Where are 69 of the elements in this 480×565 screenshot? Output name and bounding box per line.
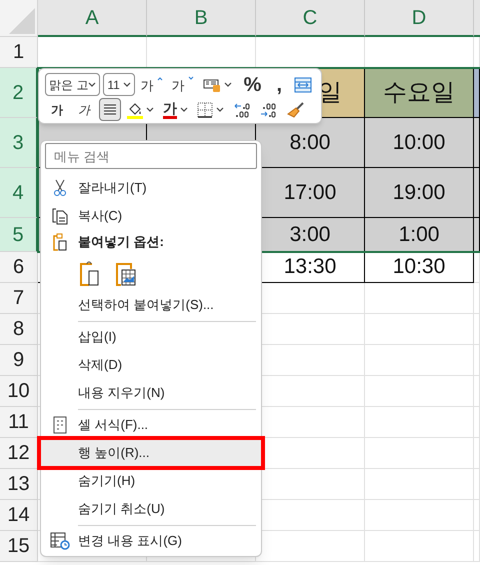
clipboard-icon <box>52 233 66 251</box>
copy-icon <box>52 207 68 225</box>
cell-text: 8:00 <box>290 130 330 156</box>
italic-button[interactable]: 가 <box>72 98 96 121</box>
menu-item[interactable]: 삭제(D) <box>41 351 261 379</box>
font-size-field[interactable]: 11 <box>103 73 135 96</box>
menu-item[interactable]: 숨기기(H) <box>41 467 261 495</box>
row-header[interactable]: 2 <box>0 68 38 118</box>
align-button[interactable] <box>99 98 121 121</box>
increase-decimal-icon <box>233 102 251 118</box>
wrap-icon <box>294 76 312 92</box>
row-header[interactable]: 7 <box>0 283 38 314</box>
row-header[interactable]: 13 <box>0 469 38 500</box>
row-header[interactable]: 10 <box>0 376 38 407</box>
column-header[interactable]: B <box>147 0 256 37</box>
format-button[interactable]: , <box>270 73 288 96</box>
paintbrush-icon <box>287 102 305 118</box>
decrease-decimal-icon <box>260 102 278 118</box>
format-button[interactable]: % <box>238 73 268 96</box>
row-header[interactable]: 11 <box>0 407 38 438</box>
menu-item[interactable]: 변경 내용 표시(G) <box>41 527 261 555</box>
fill-color-icon <box>127 100 143 118</box>
menu-item[interactable]: 삽입(I) <box>41 323 261 351</box>
row-header[interactable]: 14 <box>0 500 38 531</box>
menu-item[interactable]: 선택하여 붙여넣기(S)... <box>41 291 261 319</box>
clipboard-icon <box>80 260 100 286</box>
row-header[interactable]: 9 <box>0 345 38 376</box>
row-header[interactable]: 12 <box>0 438 38 469</box>
cell-text: 10:00 <box>392 130 446 156</box>
menu-item[interactable]: 복사(C) <box>41 202 261 230</box>
cell-text: 3:00 <box>290 222 330 248</box>
cell-text: 17:00 <box>284 180 336 206</box>
cell-text: 1:00 <box>398 222 440 248</box>
row-header[interactable]: 8 <box>0 314 38 345</box>
menu-item[interactable]: 잘라내기(T) <box>41 174 261 202</box>
chevron-up-icon <box>156 76 163 81</box>
chevron-down-icon <box>188 76 194 81</box>
bold-button[interactable]: 가 <box>45 98 69 121</box>
font-color-button[interactable]: 가 <box>160 98 191 121</box>
shrink-font-button[interactable]: 가 <box>168 73 197 96</box>
row-header[interactable]: 4 <box>0 168 38 218</box>
column-header[interactable]: A <box>38 0 147 37</box>
menu-search-field[interactable]: 메뉴 검색 <box>45 143 257 169</box>
row-header[interactable]: 3 <box>0 118 38 168</box>
menu-item[interactable]: 내용 지우기(N) <box>41 379 261 407</box>
borders-icon <box>197 102 213 118</box>
cell-text: 10:30 <box>392 254 446 280</box>
caret-icon <box>122 82 131 88</box>
row-header[interactable]: 6 <box>0 252 38 283</box>
row-header[interactable]: 5 <box>0 218 38 252</box>
column-header[interactable]: C <box>256 0 365 37</box>
menu-item[interactable]: 셀 서식(F)... <box>41 411 261 439</box>
menu-item[interactable]: 숨기기 취소(U) <box>41 495 261 523</box>
format-cells-icon <box>52 416 66 434</box>
menu-section-header: 붙여넣기 옵션: <box>78 233 164 252</box>
font-field[interactable]: 맑은 고 <box>45 73 100 96</box>
row-header[interactable]: 15 <box>0 531 38 562</box>
track-changes-icon <box>50 532 70 550</box>
cell-text: 13:30 <box>284 254 336 280</box>
number-format-icon <box>202 76 221 92</box>
menu-item[interactable]: 행 높이(R)... <box>40 439 262 467</box>
cell-text: 19:00 <box>392 180 446 206</box>
column-header[interactable]: D <box>365 0 474 37</box>
scissors-icon <box>52 179 66 197</box>
caret-icon <box>88 82 96 88</box>
row-header[interactable]: 1 <box>0 37 38 68</box>
align-center-icon <box>103 104 117 116</box>
grow-font-button[interactable]: 가 <box>138 73 166 96</box>
cell-text: 수요일 <box>383 78 455 108</box>
